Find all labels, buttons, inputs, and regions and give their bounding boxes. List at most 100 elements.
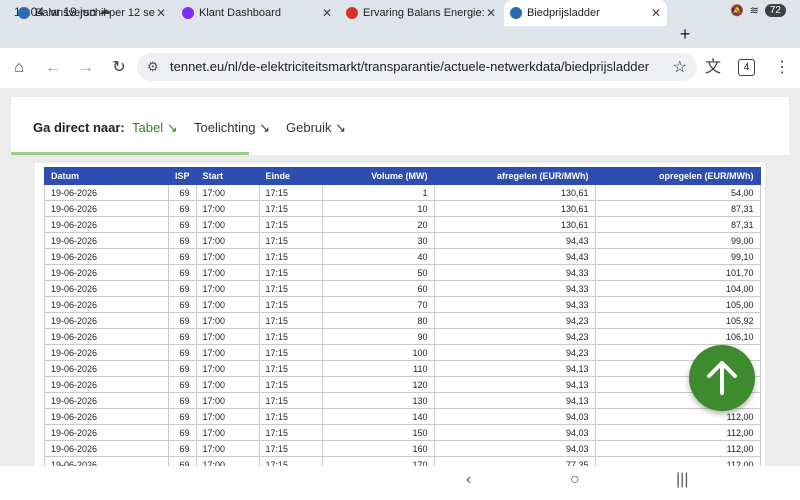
table-cell: 99,00: [594, 232, 761, 249]
column-header[interactable]: opregelen (EUR/MWh): [594, 167, 761, 185]
table-cell: 19-06-2026: [44, 456, 169, 466]
table-cell: 17:15: [258, 392, 323, 409]
table-cell: 19-06-2026: [44, 280, 169, 297]
table-cell: 87,31: [594, 200, 761, 217]
nav-link-tabel[interactable]: Tabel ↘: [132, 120, 178, 136]
tab-title: Ervaring Balans Energie: Te: [363, 7, 485, 19]
table-cell: 19-06-2026: [44, 184, 169, 201]
close-tab-icon[interactable]: ✕: [486, 6, 496, 20]
table-row: 19-06-2026 69 17:00 17:15 170 77,35 112,00: [44, 456, 761, 466]
table-cell: 69: [168, 264, 197, 281]
nav-back-icon[interactable]: ‹: [466, 471, 471, 489]
table-cell: 17:15: [258, 376, 323, 393]
table-cell: 1: [321, 184, 435, 201]
nav-recents-icon[interactable]: |||: [676, 471, 688, 489]
table-cell: 19-06-2026: [44, 248, 169, 265]
table-cell: 19-06-2026: [44, 360, 169, 377]
translate-icon[interactable]: 文: [703, 58, 723, 78]
close-tab-icon[interactable]: ✕: [322, 6, 332, 20]
close-tab-icon[interactable]: ✕: [156, 6, 166, 20]
table-cell: 69: [168, 328, 197, 345]
table-cell: 130,61: [433, 216, 596, 233]
table-cell: 150: [321, 424, 435, 441]
table-cell: 130: [321, 392, 435, 409]
table-cell: 19-06-2026: [44, 264, 169, 281]
column-header[interactable]: afregelen (EUR/MWh): [433, 167, 596, 185]
arrow-up-icon: [707, 361, 737, 395]
table-row: 19-06-2026 69 17:00 17:15 50 94,33 101,70: [44, 264, 761, 281]
tab[interactable]: Klant Dashboard ✕: [176, 0, 338, 26]
table-cell: 120: [321, 376, 435, 393]
table-container: Datum ISP Start Einde Volume (MW) afregelen (…: [35, 163, 765, 466]
table-cell: 94,43: [433, 232, 596, 249]
scroll-to-top-button[interactable]: [689, 345, 755, 411]
column-header[interactable]: Volume (MW): [321, 167, 435, 185]
table-cell: 19-06-2026: [44, 376, 169, 393]
favicon-icon: [182, 7, 194, 19]
table-row: 19-06-2026 69 17:00 17:15 110 94,13: [44, 360, 761, 377]
table-cell: 17:00: [195, 248, 260, 265]
table-cell: 94,13: [433, 376, 596, 393]
table-cell: 17:15: [258, 312, 323, 329]
system-nav-bar: ‹ ○ |||: [0, 466, 800, 500]
table-cell: 69: [168, 376, 197, 393]
tab[interactable]: Biedprijsladder ✕: [504, 0, 667, 26]
favicon-icon: [18, 7, 30, 19]
table-cell: 17:15: [258, 184, 323, 201]
new-tab-button[interactable]: +: [675, 22, 695, 48]
column-header[interactable]: Datum: [44, 167, 169, 185]
table-cell: 54,00: [594, 184, 761, 201]
table-cell: 19-06-2026: [44, 344, 169, 361]
tab[interactable]: Balansverschil per 12 secon✕: [12, 0, 172, 26]
column-header[interactable]: ISP: [168, 167, 197, 185]
url-text: tennet.eu/nl/de-elektriciteitsmarkt/tran…: [170, 59, 650, 74]
forward-icon[interactable]: →: [76, 58, 96, 78]
table-cell: 19-06-2026: [44, 392, 169, 409]
tab[interactable]: Ervaring Balans Energie: Te✕: [340, 0, 502, 26]
table-header-row: Datum ISP Start Einde Volume (MW) afregelen (…: [44, 167, 761, 185]
address-bar[interactable]: ⚙ tennet.eu/nl/de-elektriciteitsmarkt/tr…: [137, 53, 697, 81]
chevron-down-icon: ↘: [166, 120, 178, 135]
table-cell: 17:15: [258, 216, 323, 233]
status-icons: 🔕 ≋ 72: [730, 4, 786, 17]
chevron-down-icon: ↘: [259, 120, 270, 135]
table-row: 19-06-2026 69 17:00 17:15 70 94,33 105,00: [44, 296, 761, 313]
table-cell: 17:15: [258, 328, 323, 345]
table-cell: 17:15: [258, 232, 323, 249]
table-cell: 104,00: [594, 280, 761, 297]
site-settings-icon[interactable]: ⚙: [147, 59, 159, 75]
table-cell: 69: [168, 232, 197, 249]
menu-icon[interactable]: ⋮: [772, 58, 792, 78]
bookmark-star-icon[interactable]: ☆: [673, 57, 687, 77]
nav-link-gebruik[interactable]: Gebruik ↘: [286, 120, 346, 136]
table-cell: 94,23: [433, 344, 596, 361]
home-icon[interactable]: ⌂: [9, 58, 29, 78]
table-cell: 94,13: [433, 360, 596, 377]
table-cell: 77,35: [433, 456, 596, 466]
quick-nav: Ga direct naar: Tabel ↘ Toelichting ↘ Ge…: [11, 97, 789, 155]
tab-title: Klant Dashboard: [199, 7, 281, 19]
table-cell: 87,31: [594, 216, 761, 233]
table-cell: 30: [321, 232, 435, 249]
column-header[interactable]: Start: [195, 167, 260, 185]
table-cell: 170: [321, 456, 435, 466]
table-cell: 160: [321, 440, 435, 457]
table-body: 19-06-2026 69 17:00 17:15 1 130,61 54,00 19-06-…: [44, 184, 761, 466]
table-cell: 69: [168, 360, 197, 377]
nav-link-toelichting[interactable]: Toelichting ↘: [194, 120, 270, 136]
table-cell: 94,03: [433, 424, 596, 441]
tab-count-button[interactable]: 4: [738, 59, 755, 76]
table-cell: 130,61: [433, 184, 596, 201]
nav-home-icon[interactable]: ○: [570, 471, 580, 489]
table-cell: 69: [168, 424, 197, 441]
column-header[interactable]: Einde: [258, 167, 323, 185]
table-row: 19-06-2026 69 17:00 17:15 90 94,23 106,10: [44, 328, 761, 345]
favicon-icon: [346, 7, 358, 19]
table-cell: 19-06-2026: [44, 200, 169, 217]
reload-icon[interactable]: ↻: [109, 58, 129, 78]
close-tab-icon[interactable]: ✕: [651, 6, 661, 20]
table-cell: 19-06-2026: [44, 232, 169, 249]
back-icon[interactable]: ←: [43, 58, 63, 78]
table-cell: 17:15: [258, 296, 323, 313]
table-cell: 19-06-2026: [44, 216, 169, 233]
